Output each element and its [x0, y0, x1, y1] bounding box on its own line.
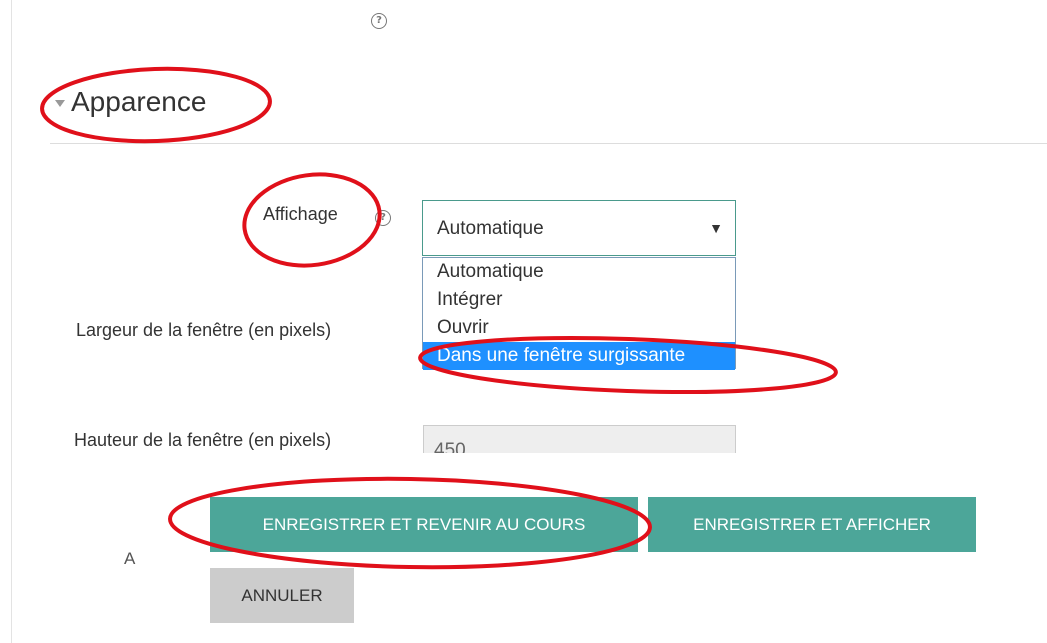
display-label: Affichage: [263, 204, 338, 224]
save-and-display-button[interactable]: ENREGISTRER ET AFFICHER: [648, 497, 976, 552]
section-title: Apparence: [71, 86, 207, 117]
height-label: Hauteur de la fenêtre (en pixels): [74, 430, 332, 450]
display-help-icon[interactable]: ?: [375, 210, 391, 226]
section-divider: [50, 143, 1047, 144]
collapse-caret-icon[interactable]: [55, 99, 65, 107]
option-popup[interactable]: Dans une fenêtre surgissante: [423, 342, 735, 370]
height-input[interactable]: 450: [423, 425, 736, 453]
width-label: Largeur de la fenêtre (en pixels): [76, 320, 332, 340]
section-header-apparence[interactable]: Apparence: [55, 86, 206, 118]
option-automatique[interactable]: Automatique: [423, 258, 735, 286]
page-left-border: [11, 0, 12, 643]
option-integrer[interactable]: Intégrer: [423, 286, 735, 314]
save-and-return-button[interactable]: ENREGISTRER ET REVENIR AU COURS: [210, 497, 638, 552]
cancel-button[interactable]: ANNULER: [210, 568, 354, 623]
partial-label: A: [124, 549, 136, 568]
display-select[interactable]: Automatique ▼: [422, 200, 736, 256]
display-select-value: Automatique: [437, 218, 544, 239]
option-ouvrir[interactable]: Ouvrir: [423, 314, 735, 342]
height-input-value: 450: [434, 440, 466, 453]
help-icon[interactable]: ?: [371, 13, 387, 29]
display-options-list[interactable]: Automatique Intégrer Ouvrir Dans une fen…: [422, 257, 736, 370]
chevron-down-icon[interactable]: ▼: [709, 220, 723, 236]
